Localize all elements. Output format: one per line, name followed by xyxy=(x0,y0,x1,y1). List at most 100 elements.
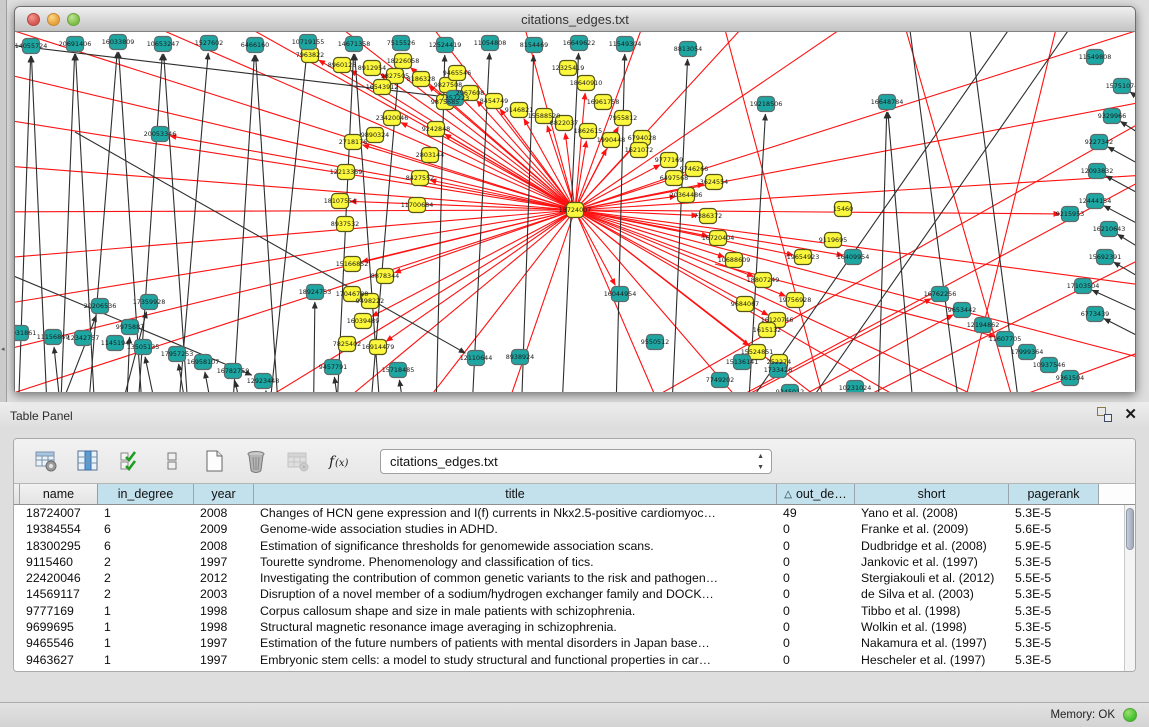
table-cell[interactable]: 5.5E-5 xyxy=(1009,570,1099,586)
graph-edge[interactable] xyxy=(170,136,575,210)
table-cell[interactable]: Hescheler et al. (1997) xyxy=(855,652,1009,668)
graph-edge[interactable] xyxy=(399,380,410,392)
table-cell[interactable]: Disruption of a novel member of a sodium… xyxy=(254,586,777,602)
table-row[interactable]: 1456911722003Disruption of a novel membe… xyxy=(14,586,1124,602)
table-row[interactable]: 946362711997Embryonic stem cells: a mode… xyxy=(14,652,1124,668)
table-cell[interactable]: 1997 xyxy=(194,635,254,651)
table-selector-dropdown[interactable]: citations_edges.txt ▲▼ xyxy=(380,449,772,474)
delete-table-icon[interactable] xyxy=(284,447,312,475)
graph-edge[interactable] xyxy=(334,377,345,392)
graph-edge[interactable] xyxy=(17,56,31,392)
table-cell[interactable]: 0 xyxy=(777,652,855,668)
column-header-short[interactable]: short xyxy=(855,484,1009,504)
graph-edge[interactable] xyxy=(372,210,575,316)
graph-edge[interactable] xyxy=(15,210,575,212)
table-cell[interactable]: 18724007 xyxy=(20,505,98,521)
insert-column-icon[interactable] xyxy=(74,447,102,475)
graph-edge[interactable] xyxy=(75,32,575,210)
table-cell[interactable]: 14569117 xyxy=(20,586,98,602)
table-row[interactable]: 977716911998Corpus callosum shape and si… xyxy=(14,603,1124,619)
graph-edge[interactable] xyxy=(394,210,575,273)
table-cell[interactable]: 0 xyxy=(777,586,855,602)
table-cell[interactable]: 5.6E-5 xyxy=(1009,521,1099,537)
delete-rows-icon[interactable] xyxy=(242,447,270,475)
table-cell[interactable]: 0 xyxy=(777,635,855,651)
table-cell[interactable]: 0 xyxy=(777,521,855,537)
table-cell[interactable]: 1998 xyxy=(194,603,254,619)
column-header-name[interactable]: name xyxy=(20,484,98,504)
table-cell[interactable]: 1997 xyxy=(194,652,254,668)
citation-network-graph[interactable]: 1872400779638228960128891295418226058982… xyxy=(15,32,1135,392)
table-cell[interactable]: Wolkin et al. (1998) xyxy=(855,619,1009,635)
table-row[interactable]: 969969511998Structural magnetic resonanc… xyxy=(14,619,1124,635)
table-cell[interactable]: 9465546 xyxy=(20,635,98,651)
table-cell[interactable]: 5.3E-5 xyxy=(1009,554,1099,570)
column-header-title[interactable]: title xyxy=(254,484,777,504)
table-cell[interactable]: 18300295 xyxy=(20,538,98,554)
graph-edge[interactable] xyxy=(230,55,254,392)
table-cell[interactable]: Nakamura et al. (1997) xyxy=(855,635,1009,651)
table-cell[interactable]: 2003 xyxy=(194,586,254,602)
table-cell[interactable]: 2 xyxy=(98,570,194,586)
table-cell[interactable]: Embryonic stem cells: a model to study s… xyxy=(254,652,777,668)
table-cell[interactable]: 5.3E-5 xyxy=(1009,603,1099,619)
table-cell[interactable]: Dudbridge et al. (2008) xyxy=(855,538,1009,554)
table-cell[interactable]: 1 xyxy=(98,619,194,635)
function-builder-icon[interactable]: f(x) xyxy=(326,447,354,475)
table-cell[interactable]: 9699695 xyxy=(20,619,98,635)
graph-edge[interactable] xyxy=(1130,92,1135,139)
table-cell[interactable]: Estimation of the future numbers of pati… xyxy=(254,635,777,651)
table-row[interactable]: 1938455462009Genome-wide association stu… xyxy=(14,521,1124,537)
table-cell[interactable]: 2009 xyxy=(194,521,254,537)
table-cell[interactable]: Estimation of significance thresholds fo… xyxy=(254,538,777,554)
graph-edge[interactable] xyxy=(164,54,191,392)
table-cell[interactable]: 6 xyxy=(98,521,194,537)
new-table-icon[interactable] xyxy=(200,447,228,475)
column-header-year[interactable]: year xyxy=(194,484,254,504)
table-cell[interactable]: Tourette syndrome. Phenomenology and cla… xyxy=(254,554,777,570)
table-cell[interactable]: 1997 xyxy=(194,554,254,570)
graph-edge[interactable] xyxy=(145,357,165,392)
graph-edge[interactable] xyxy=(575,32,1135,210)
table-cell[interactable]: Stergiakouli et al. (2012) xyxy=(855,570,1009,586)
graph-edge[interactable] xyxy=(175,53,208,392)
vertical-scrollbar[interactable] xyxy=(1124,505,1135,671)
close-panel-icon[interactable]: ✕ xyxy=(1124,407,1137,422)
table-cell[interactable]: 0 xyxy=(777,570,855,586)
graph-edge[interactable] xyxy=(1120,121,1135,169)
table-cell[interactable]: 9463627 xyxy=(20,652,98,668)
table-cell[interactable]: 1 xyxy=(98,652,194,668)
column-header-out_de[interactable]: △out_de… xyxy=(777,484,855,504)
table-cell[interactable]: Genome-wide association studies in ADHD. xyxy=(254,521,777,537)
table-cell[interactable]: 5.3E-5 xyxy=(1009,652,1099,668)
table-cell[interactable]: Changes of HCN gene expression and I(f) … xyxy=(254,505,777,521)
table-cell[interactable]: 2012 xyxy=(194,570,254,586)
table-cell[interactable]: 22420046 xyxy=(20,570,98,586)
left-panel-divider[interactable]: ◂ xyxy=(0,0,7,402)
scrollbar-thumb[interactable] xyxy=(1126,508,1134,550)
table-cell[interactable]: 2008 xyxy=(194,505,254,521)
float-window-icon[interactable] xyxy=(1097,407,1112,422)
row-pair-icon[interactable] xyxy=(158,447,186,475)
table-cell[interactable]: 0 xyxy=(777,619,855,635)
table-cell[interactable]: 1 xyxy=(98,635,194,651)
table-cell[interactable]: 2008 xyxy=(194,538,254,554)
table-cell[interactable]: 1 xyxy=(98,505,194,521)
table-cell[interactable]: Investigating the contribution of common… xyxy=(254,570,777,586)
table-cell[interactable]: 1998 xyxy=(194,619,254,635)
panel-collapse-arrow-icon[interactable]: ◂ xyxy=(1,345,5,353)
graph-edge[interactable] xyxy=(877,112,887,392)
table-settings-icon[interactable] xyxy=(32,447,60,475)
table-row[interactable]: 911546021997Tourette syndrome. Phenomeno… xyxy=(14,554,1124,570)
table-cell[interactable]: 5.3E-5 xyxy=(1009,505,1099,521)
graph-edge[interactable] xyxy=(266,391,283,392)
table-row[interactable]: 1830029562008Estimation of significance … xyxy=(14,538,1124,554)
table-cell[interactable]: 9777169 xyxy=(20,603,98,619)
graph-edge[interactable] xyxy=(560,53,579,392)
table-cell[interactable]: 5.3E-5 xyxy=(1009,619,1099,635)
network-canvas[interactable]: 1872400779638228960128891295418226058982… xyxy=(15,32,1135,392)
graph-edge[interactable] xyxy=(670,59,688,392)
table-cell[interactable]: Tibbo et al. (1998) xyxy=(855,603,1009,619)
select-rows-icon[interactable] xyxy=(116,447,144,475)
table-cell[interactable]: 19384554 xyxy=(20,521,98,537)
